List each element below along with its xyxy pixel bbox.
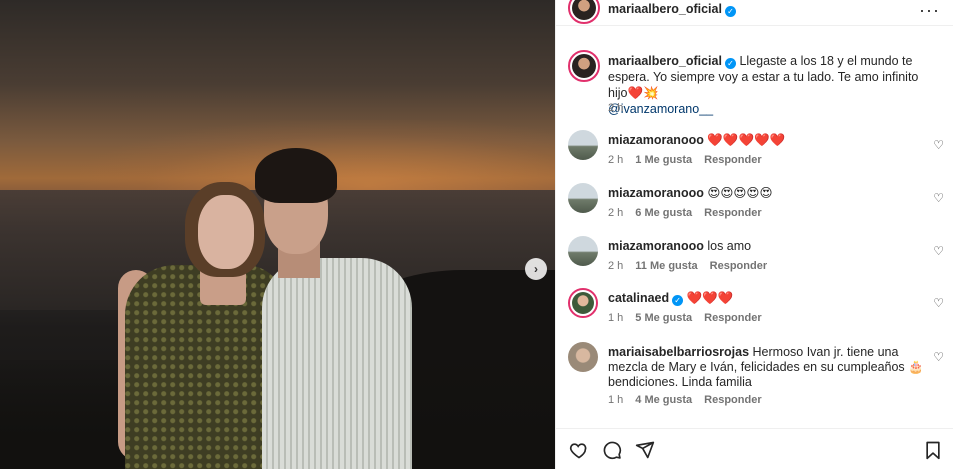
comment-likes[interactable]: 11 Me gusta <box>635 260 697 272</box>
like-comment-heart-icon[interactable]: ♡ <box>933 244 944 258</box>
comment-time: 1 h <box>608 394 624 406</box>
post-photo[interactable]: › <box>0 0 555 469</box>
header-username[interactable]: mariaalbero_oficial <box>608 2 722 16</box>
comment-bubble-icon[interactable] <box>601 439 623 461</box>
mention-link[interactable]: @ivanzamorano__ <box>608 102 713 116</box>
reply-button[interactable]: Responder <box>704 312 761 324</box>
comment-username[interactable]: miazamoranooo <box>608 239 704 253</box>
verified-icon: ✓ <box>724 6 736 17</box>
share-paper-plane-icon[interactable] <box>634 439 656 461</box>
post-header: mariaalbero_oficial ✓ ··· <box>556 0 953 26</box>
save-bookmark-icon[interactable] <box>922 439 944 461</box>
comment-username[interactable]: miazamoranooo <box>608 186 704 200</box>
like-comment-heart-icon[interactable]: ♡ <box>933 138 944 152</box>
comment-text: ❤️❤️❤️❤️❤️ <box>707 133 786 147</box>
reply-button[interactable]: Responder <box>710 260 767 272</box>
carousel-next-button[interactable]: › <box>525 258 547 280</box>
comment-likes[interactable]: 6 Me gusta <box>635 207 692 219</box>
commenter-avatar[interactable] <box>568 183 598 213</box>
like-heart-icon[interactable] <box>568 439 590 461</box>
comment-username[interactable]: catalinaed <box>608 291 669 305</box>
like-comment-heart-icon[interactable]: ♡ <box>933 296 944 310</box>
comment-text: 😍😍😍😍😍 <box>707 186 773 200</box>
more-icon[interactable]: ··· <box>919 0 940 21</box>
person-man-hair <box>255 148 337 203</box>
comment-likes[interactable]: 5 Me gusta <box>635 312 692 324</box>
caption-username[interactable]: mariaalbero_oficial <box>608 54 722 68</box>
reply-button[interactable]: Responder <box>704 154 761 166</box>
comment-likes[interactable]: 1 Me gusta <box>635 154 692 166</box>
comment-time: 2 h <box>608 207 624 219</box>
commenter-avatar[interactable] <box>568 236 598 266</box>
person-man-shirt <box>262 258 412 469</box>
comment-time: 1 h <box>608 312 624 324</box>
caption-avatar[interactable] <box>568 50 600 82</box>
comment-username[interactable]: miazamoranooo <box>608 133 704 147</box>
avatar[interactable] <box>568 0 600 24</box>
like-comment-heart-icon[interactable]: ♡ <box>933 191 944 205</box>
comment-time: 2 h <box>608 260 624 272</box>
comment-time: 2 h <box>608 154 624 166</box>
commenter-avatar[interactable] <box>568 288 598 318</box>
like-comment-heart-icon[interactable]: ♡ <box>933 350 944 364</box>
commenter-avatar[interactable] <box>568 130 598 160</box>
caption-time: 2 h <box>608 102 624 114</box>
comment-username[interactable]: mariaisabelbarriosrojas <box>608 345 749 359</box>
comment-text: los amo <box>707 239 752 253</box>
action-bar <box>556 428 953 469</box>
caption-emoji: ❤️💥 <box>627 86 659 100</box>
verified-icon: ✓ <box>672 295 684 306</box>
post-details-panel: mariaalbero_oficial ✓ ··· mariaalbero_ofi… <box>555 0 953 469</box>
person-woman-face <box>198 195 254 269</box>
chevron-right-icon: › <box>534 262 538 276</box>
verified-icon: ✓ <box>724 58 736 69</box>
commenter-avatar[interactable] <box>568 342 598 372</box>
comment-text: ❤️❤️❤️ <box>686 291 734 305</box>
reply-button[interactable]: Responder <box>704 207 761 219</box>
reply-button[interactable]: Responder <box>704 394 761 406</box>
comment-likes[interactable]: 4 Me gusta <box>635 394 692 406</box>
caption: mariaalbero_oficial ✓ Llegaste a los 18 y… <box>608 53 938 117</box>
